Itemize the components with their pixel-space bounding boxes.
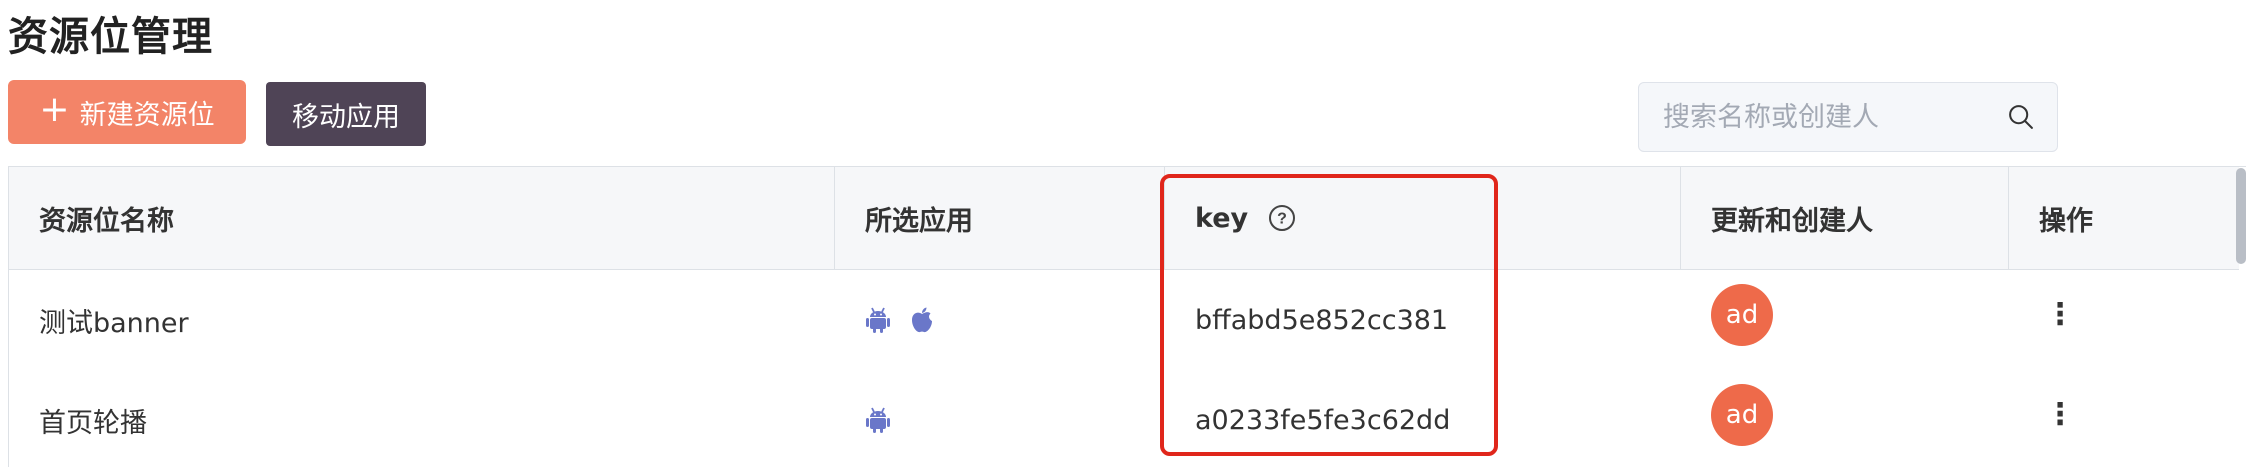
table-row[interactable]: 首页轮播 a0233fe5fe3c62dd ad ⋮ (9, 370, 2239, 467)
row-apps (835, 370, 1165, 467)
android-icon (866, 407, 890, 433)
page-title: 资源位管理 (8, 14, 213, 60)
column-header-apps: 所选应用 (835, 167, 1165, 269)
row-actions: ⋮ (2009, 370, 2239, 467)
row-name: 测试banner (39, 307, 189, 339)
vertical-scrollbar[interactable] (2236, 168, 2246, 264)
column-header-updater: 更新和创建人 (1681, 167, 2009, 269)
column-header-updater-label: 更新和创建人 (1711, 205, 1873, 237)
row-key: bffabd5e852cc381 (1195, 304, 1449, 336)
column-header-apps-label: 所选应用 (865, 205, 973, 237)
more-vertical-icon[interactable]: ⋮ (2039, 397, 2075, 432)
row-key: a0233fe5fe3c62dd (1195, 404, 1451, 436)
column-header-name: 资源位名称 (9, 167, 835, 269)
column-header-actions-label: 操作 (2039, 205, 2093, 237)
column-header-key: key ? (1165, 167, 1681, 269)
search-input[interactable] (1661, 100, 2007, 134)
column-header-name-label: 资源位名称 (39, 205, 174, 237)
android-icon (866, 307, 890, 333)
table-header: 资源位名称 所选应用 key ? 更新和创建人 操作 (9, 167, 2239, 270)
avatar[interactable]: ad (1711, 284, 1773, 346)
row-updater: ad (1681, 370, 2009, 467)
row-actions: ⋮ (2009, 270, 2239, 370)
column-header-actions: 操作 (2009, 167, 2239, 269)
search-icon[interactable] (2007, 99, 2035, 135)
row-apps (835, 270, 1165, 370)
svg-text:?: ? (1277, 211, 1287, 228)
apple-icon (912, 307, 932, 333)
more-vertical-icon[interactable]: ⋮ (2039, 297, 2075, 332)
help-circle-icon[interactable]: ? (1268, 204, 1296, 232)
search-box (1638, 82, 2058, 152)
mobile-app-button[interactable]: 移动应用 (266, 82, 426, 146)
row-name: 首页轮播 (39, 407, 147, 439)
row-updater: ad (1681, 270, 2009, 370)
new-resource-button[interactable]: + 新建资源位 (8, 80, 246, 144)
table-row[interactable]: 测试banner bffabd5e852cc381 ad ⋮ (9, 270, 2239, 371)
plus-icon: + (39, 89, 70, 130)
new-resource-label: 新建资源位 (79, 99, 215, 131)
avatar[interactable]: ad (1711, 384, 1773, 446)
resource-table: 资源位名称 所选应用 key ? 更新和创建人 操作 测试banner bffa… (8, 166, 2246, 467)
column-header-key-label: key (1195, 202, 1249, 234)
